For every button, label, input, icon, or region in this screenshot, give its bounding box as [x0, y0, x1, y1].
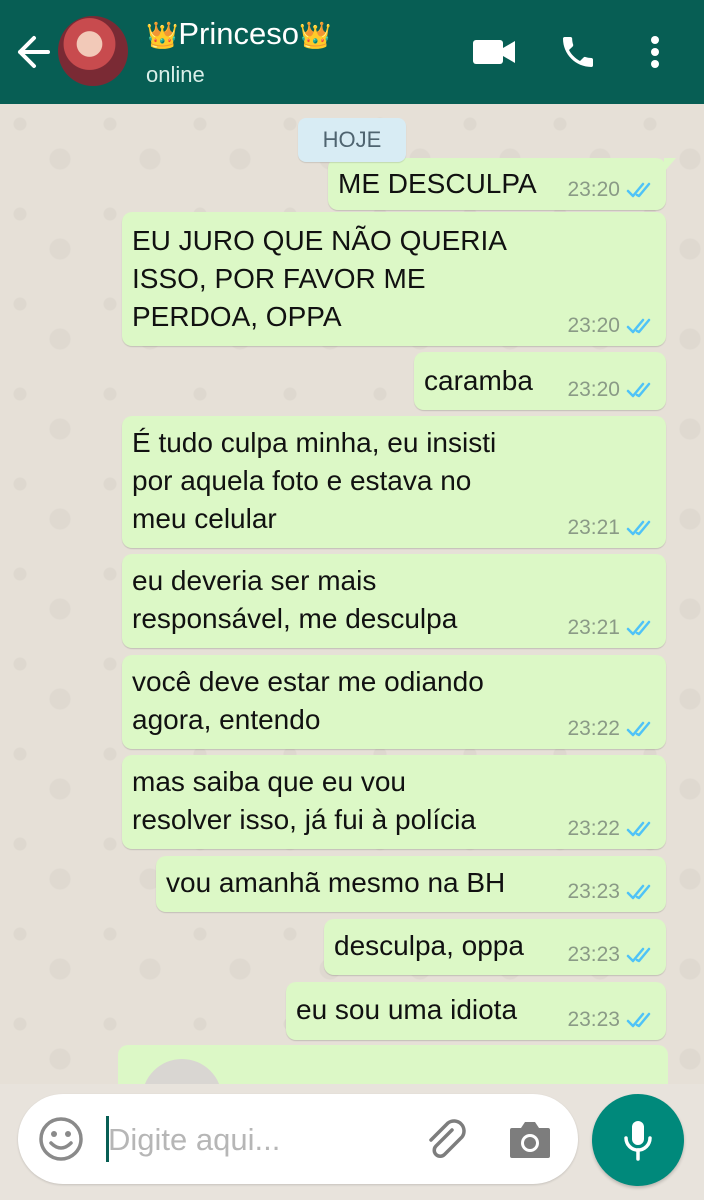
crown-emoji-right: 👑: [298, 20, 332, 50]
contact-name[interactable]: 👑Princeso👑: [146, 16, 331, 52]
message-text: EU JURO QUE NÃO QUERIA ISSO, POR FAVOR M…: [132, 225, 507, 332]
message-text: mas saiba que eu vou resolver isso, já f…: [132, 766, 476, 835]
phone-icon[interactable]: [556, 30, 600, 74]
message-bubble[interactable]: vou amanhã mesmo na BH 23:23: [156, 856, 666, 912]
message-bubble[interactable]: caramba 23:20: [414, 352, 666, 410]
chat-area[interactable]: ME DESCULPA 23:20 HOJE EU JURO QUE NÃO Q…: [0, 104, 704, 1084]
message-text: você deve estar me odiando agora, entend…: [132, 666, 484, 735]
message-bubble[interactable]: mas saiba que eu vou resolver isso, já f…: [122, 755, 666, 849]
read-ticks-icon: [626, 884, 651, 900]
message-meta: 23:22: [567, 717, 656, 741]
mic-icon[interactable]: [592, 1094, 684, 1186]
message-time: 23:21: [567, 516, 620, 539]
read-ticks-icon: [626, 821, 651, 837]
message-meta: 23:22: [567, 817, 656, 841]
message-time: 23:22: [567, 717, 620, 740]
message-meta: 23:21: [567, 516, 656, 540]
message-text: desculpa, oppa: [334, 930, 524, 961]
message-text: eu deveria ser mais responsável, me desc…: [132, 565, 458, 634]
message-time: 23:20: [567, 314, 620, 337]
read-ticks-icon: [626, 318, 651, 334]
message-meta: 23:20: [567, 378, 656, 402]
read-ticks-icon: [626, 1012, 651, 1028]
read-ticks-icon: [626, 620, 651, 636]
read-ticks-icon: [626, 721, 651, 737]
message-meta: 23:23: [567, 880, 656, 904]
message-text: caramba: [424, 365, 533, 396]
bubble-tail: [664, 158, 676, 172]
message-time: 23:22: [567, 817, 620, 840]
back-arrow-icon[interactable]: [14, 34, 52, 70]
message-bubble[interactable]: eu deveria ser mais responsável, me desc…: [122, 554, 666, 648]
message-time: 23:23: [567, 943, 620, 966]
message-bubble[interactable]: eu sou uma idiota 23:23: [286, 982, 666, 1040]
message-bubble[interactable]: desculpa, oppa 23:23: [324, 919, 666, 975]
message-time: 23:23: [567, 880, 620, 903]
message-text: ME DESCULPA: [338, 168, 537, 199]
date-chip: HOJE: [298, 118, 406, 162]
chat-header: 👑Princeso👑 online: [0, 0, 704, 104]
message-time: 23:21: [567, 616, 620, 639]
message-time: 23:20: [567, 378, 620, 401]
message-meta: 23:20: [567, 178, 656, 202]
more-vert-icon[interactable]: [634, 30, 676, 74]
message-time: 23:20: [567, 178, 620, 201]
read-ticks-icon: [626, 947, 651, 963]
read-ticks-icon: [626, 520, 651, 536]
partial-message-bubble[interactable]: [118, 1045, 668, 1084]
camera-icon[interactable]: [506, 1118, 554, 1162]
contact-status: online: [146, 62, 205, 87]
message-meta: 23:23: [567, 943, 656, 967]
message-meta: 23:21: [567, 616, 656, 640]
message-meta: 23:20: [567, 314, 656, 338]
message-time: 23:23: [567, 1008, 620, 1031]
contact-name-label: Princeso: [178, 16, 299, 51]
message-meta: 23:23: [567, 1008, 656, 1032]
message-bubble[interactable]: você deve estar me odiando agora, entend…: [122, 655, 666, 749]
message-text: eu sou uma idiota: [296, 994, 518, 1025]
read-ticks-icon: [626, 382, 651, 398]
crown-emoji-left: 👑: [146, 20, 179, 50]
shared-contact-thumbnail: [142, 1059, 222, 1084]
message-input[interactable]: [106, 1114, 410, 1166]
emoji-icon[interactable]: [38, 1116, 84, 1162]
read-ticks-icon: [626, 182, 651, 198]
video-call-icon[interactable]: [472, 30, 516, 74]
message-text: vou amanhã mesmo na BH: [166, 867, 506, 898]
message-bubble[interactable]: EU JURO QUE NÃO QUERIA ISSO, POR FAVOR M…: [122, 212, 666, 346]
message-text: É tudo culpa minha, eu insisti por aquel…: [132, 427, 497, 534]
message-bubble[interactable]: É tudo culpa minha, eu insisti por aquel…: [122, 416, 666, 548]
avatar[interactable]: [58, 16, 128, 86]
message-composer: [18, 1094, 578, 1184]
message-bubble[interactable]: ME DESCULPA 23:20: [328, 158, 676, 210]
attach-icon[interactable]: [422, 1116, 470, 1164]
